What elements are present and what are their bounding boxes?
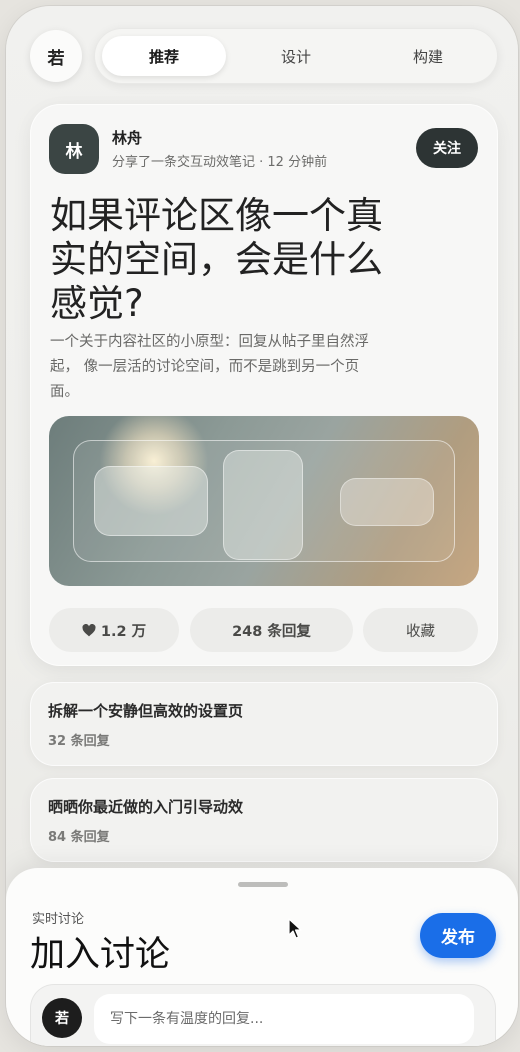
phone-screen: 若 推荐 设计 构建 林 林舟 分享了一条交互动效笔记 · 12 分钟前 关注 … bbox=[6, 6, 518, 1046]
like-button[interactable]: 1.2 万 bbox=[49, 608, 179, 652]
post-title: 如果评论区像一个真实的空间，会是什么感觉? bbox=[50, 194, 383, 325]
thread-item[interactable]: 拆解一个安静但高效的设置页 32 条回复 bbox=[30, 682, 498, 766]
post-card: 林 林舟 分享了一条交互动效笔记 · 12 分钟前 关注 如果评论区像一个真实的… bbox=[30, 104, 498, 666]
thread-item[interactable]: 晒晒你最近做的入门引导动效 84 条回复 bbox=[30, 778, 498, 862]
image-glass-panel bbox=[94, 466, 208, 536]
follow-button[interactable]: 关注 bbox=[416, 128, 478, 168]
composer-avatar: 若 bbox=[42, 998, 82, 1038]
tab-build[interactable]: 构建 bbox=[366, 36, 490, 76]
post-summary: 一个关于内容社区的小原型：回复从帖子里自然浮起， 像一层活的讨论空间，而不是跳到… bbox=[50, 334, 369, 400]
author-name[interactable]: 林舟 bbox=[112, 127, 142, 148]
sheet-drag-handle[interactable] bbox=[238, 882, 288, 887]
publish-button[interactable]: 发布 bbox=[420, 913, 496, 958]
tab-design[interactable]: 设计 bbox=[234, 36, 358, 76]
discussion-sheet: 实时讨论 加入讨论 发布 若 bbox=[6, 868, 518, 1046]
post-image[interactable] bbox=[49, 416, 479, 586]
pointer-cursor-icon bbox=[288, 918, 302, 939]
user-avatar[interactable]: 若 bbox=[30, 30, 82, 82]
reply-composer: 若 bbox=[30, 984, 496, 1046]
sheet-title: 加入讨论 bbox=[30, 935, 171, 975]
reply-input[interactable] bbox=[94, 994, 474, 1044]
heart-icon bbox=[82, 623, 96, 636]
image-glass-panel bbox=[223, 450, 303, 560]
thread-reply-count: 84 条回复 bbox=[48, 830, 110, 845]
author-avatar[interactable]: 林 bbox=[49, 124, 99, 174]
reply-count-button[interactable]: 248 条回复 bbox=[190, 608, 353, 652]
tab-recommended[interactable]: 推荐 bbox=[102, 36, 226, 76]
image-glass-panel bbox=[340, 478, 434, 526]
reply-count: 248 条回复 bbox=[232, 623, 311, 640]
save-button[interactable]: 收藏 bbox=[363, 608, 478, 652]
like-count: 1.2 万 bbox=[100, 623, 147, 640]
tab-bar: 推荐 设计 构建 bbox=[94, 28, 498, 84]
save-label: 收藏 bbox=[406, 623, 435, 640]
thread-title: 拆解一个安静但高效的设置页 bbox=[48, 702, 244, 720]
sheet-label: 实时讨论 bbox=[32, 912, 85, 927]
thread-reply-count: 32 条回复 bbox=[48, 734, 110, 749]
post-meta: 分享了一条交互动效笔记 · 12 分钟前 bbox=[112, 155, 328, 170]
thread-title: 晒晒你最近做的入门引导动效 bbox=[48, 798, 244, 816]
